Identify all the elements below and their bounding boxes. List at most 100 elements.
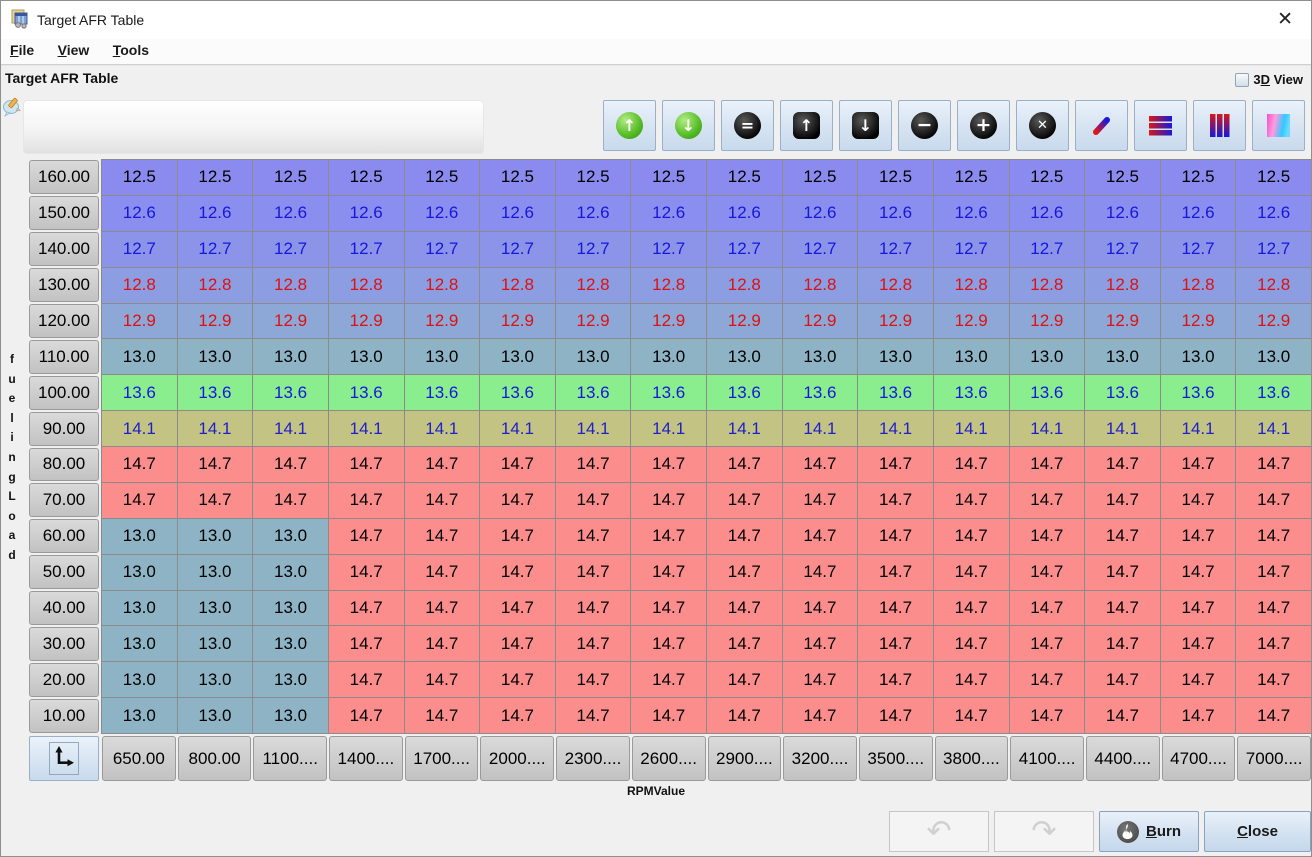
afr-cell[interactable]: 14.7	[253, 483, 328, 518]
afr-cell[interactable]: 14.7	[329, 591, 404, 626]
afr-cell[interactable]: 14.7	[1236, 447, 1311, 482]
afr-cell[interactable]: 13.6	[934, 375, 1009, 410]
shift-up-button[interactable]: ↑	[780, 100, 833, 151]
afr-cell[interactable]: 14.1	[934, 411, 1009, 446]
afr-cell[interactable]: 14.7	[1085, 698, 1160, 733]
afr-cell[interactable]: 12.5	[556, 160, 631, 195]
afr-cell[interactable]: 13.6	[707, 375, 782, 410]
gradient-fill-button[interactable]	[1252, 100, 1305, 151]
afr-cell[interactable]: 14.7	[934, 591, 1009, 626]
afr-cell[interactable]: 12.6	[1085, 196, 1160, 231]
afr-cell[interactable]: 13.0	[707, 339, 782, 374]
afr-cell[interactable]: 12.6	[556, 196, 631, 231]
row-header[interactable]: 20.00	[29, 663, 99, 697]
afr-cell[interactable]: 14.7	[707, 626, 782, 661]
afr-cell[interactable]: 13.6	[783, 375, 858, 410]
afr-cell[interactable]: 12.8	[934, 268, 1009, 303]
afr-cell[interactable]: 14.7	[102, 483, 177, 518]
afr-cell[interactable]: 14.7	[405, 591, 480, 626]
afr-cell[interactable]: 14.7	[1085, 591, 1160, 626]
afr-cell[interactable]: 12.8	[253, 268, 328, 303]
row-header[interactable]: 160.00	[29, 160, 99, 194]
afr-cell[interactable]: 13.6	[178, 375, 253, 410]
afr-cell[interactable]: 12.8	[405, 268, 480, 303]
menu-tools[interactable]: Tools	[104, 39, 159, 58]
view-3d-checkbox[interactable]	[1235, 73, 1249, 87]
afr-cell[interactable]: 14.7	[858, 555, 933, 590]
afr-cell[interactable]: 13.0	[1010, 339, 1085, 374]
interpolate-vertical-button[interactable]	[1193, 100, 1246, 151]
column-header[interactable]: 1100....	[253, 736, 327, 781]
afr-cell[interactable]: 14.7	[707, 519, 782, 554]
afr-cell[interactable]: 12.5	[707, 160, 782, 195]
afr-cell[interactable]: 12.8	[480, 268, 555, 303]
increment-button[interactable]: +	[957, 100, 1010, 151]
afr-cell[interactable]: 14.1	[405, 411, 480, 446]
afr-cell[interactable]: 14.7	[707, 698, 782, 733]
afr-cell[interactable]: 12.5	[1161, 160, 1236, 195]
afr-cell[interactable]: 14.7	[707, 591, 782, 626]
afr-cell[interactable]: 13.6	[1236, 375, 1311, 410]
afr-cell[interactable]: 14.7	[329, 662, 404, 697]
afr-cell[interactable]: 14.7	[556, 483, 631, 518]
afr-cell[interactable]: 12.6	[253, 196, 328, 231]
afr-cell[interactable]: 12.9	[858, 304, 933, 339]
afr-cell[interactable]: 14.7	[1161, 519, 1236, 554]
afr-cell[interactable]: 12.9	[1010, 304, 1085, 339]
afr-cell[interactable]: 12.9	[329, 304, 404, 339]
afr-cell[interactable]: 13.0	[1161, 339, 1236, 374]
row-header[interactable]: 60.00	[29, 519, 99, 553]
afr-cell[interactable]: 14.7	[783, 483, 858, 518]
afr-cell[interactable]: 12.6	[329, 196, 404, 231]
burn-button[interactable]: Burn	[1099, 811, 1199, 852]
afr-cell[interactable]: 14.7	[1161, 662, 1236, 697]
view-3d-toggle[interactable]: 3D View	[1235, 72, 1303, 87]
undo-button[interactable]: ↶	[889, 811, 989, 852]
afr-cell[interactable]: 12.6	[707, 196, 782, 231]
row-header[interactable]: 120.00	[29, 304, 99, 338]
afr-cell[interactable]: 14.1	[1236, 411, 1311, 446]
afr-cell[interactable]: 13.0	[178, 591, 253, 626]
afr-cell[interactable]: 13.0	[102, 339, 177, 374]
afr-cell[interactable]: 14.1	[631, 411, 706, 446]
afr-cell[interactable]: 12.6	[480, 196, 555, 231]
decrement-button[interactable]: −	[898, 100, 951, 151]
afr-cell[interactable]: 14.1	[102, 411, 177, 446]
afr-cell[interactable]: 12.9	[480, 304, 555, 339]
afr-cell[interactable]: 14.7	[934, 555, 1009, 590]
afr-cell[interactable]: 12.6	[858, 196, 933, 231]
menu-view[interactable]: View	[49, 39, 100, 58]
afr-cell[interactable]: 12.6	[631, 196, 706, 231]
afr-cell[interactable]: 14.7	[405, 483, 480, 518]
afr-cell[interactable]: 12.7	[934, 232, 1009, 267]
afr-cell[interactable]: 14.7	[783, 519, 858, 554]
afr-cell[interactable]: 14.7	[178, 483, 253, 518]
afr-cell[interactable]: 12.9	[405, 304, 480, 339]
afr-cell[interactable]: 14.7	[783, 626, 858, 661]
column-header[interactable]: 1400....	[329, 736, 403, 781]
afr-cell[interactable]: 13.0	[1236, 339, 1311, 374]
afr-cell[interactable]: 13.0	[253, 591, 328, 626]
interpolate-button[interactable]	[1075, 100, 1128, 151]
afr-cell[interactable]: 12.7	[1010, 232, 1085, 267]
afr-cell[interactable]: 14.7	[1161, 555, 1236, 590]
afr-cell[interactable]: 12.7	[405, 232, 480, 267]
afr-cell[interactable]: 14.7	[1236, 626, 1311, 661]
afr-cell[interactable]: 12.8	[1010, 268, 1085, 303]
afr-cell[interactable]: 13.0	[556, 339, 631, 374]
afr-cell[interactable]: 14.7	[1236, 555, 1311, 590]
afr-cell[interactable]: 12.8	[1236, 268, 1311, 303]
afr-cell[interactable]: 12.7	[1085, 232, 1160, 267]
afr-cell[interactable]: 13.0	[253, 626, 328, 661]
afr-cell[interactable]: 14.7	[405, 555, 480, 590]
afr-cell[interactable]: 12.5	[102, 160, 177, 195]
afr-cell[interactable]: 14.7	[783, 555, 858, 590]
afr-cell[interactable]: 14.7	[1010, 698, 1085, 733]
axis-swap-button[interactable]	[29, 736, 99, 781]
afr-cell[interactable]: 14.7	[1236, 662, 1311, 697]
afr-cell[interactable]: 14.7	[631, 591, 706, 626]
afr-cell[interactable]: 13.0	[329, 339, 404, 374]
afr-cell[interactable]: 14.7	[783, 447, 858, 482]
afr-cell[interactable]: 12.5	[783, 160, 858, 195]
afr-cell[interactable]: 12.6	[178, 196, 253, 231]
